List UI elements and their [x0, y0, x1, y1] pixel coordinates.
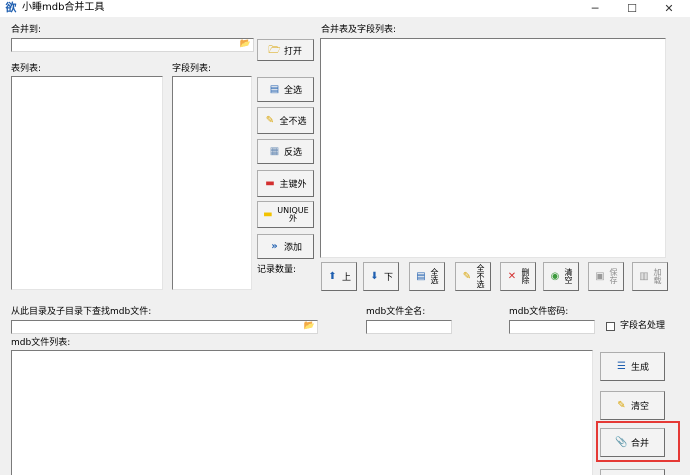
- invert-label: 反选: [283, 148, 302, 158]
- yellow-key-icon: ▬: [263, 209, 273, 220]
- window-title: 小睡mdb合并工具: [22, 2, 105, 13]
- double-arrow-icon: »: [271, 241, 278, 252]
- add-button[interactable]: » 添加: [257, 234, 314, 259]
- mdb-fullname-label: mdb文件全名:: [366, 307, 426, 317]
- mdb-password-input[interactable]: [509, 320, 595, 334]
- close-button[interactable]: ✕: [649, 0, 689, 17]
- list-clear-label-bottom: 空: [564, 275, 573, 285]
- save-label-bottom: 存: [609, 275, 618, 285]
- select-all-list-icon: ▤: [416, 271, 426, 282]
- minimize-button[interactable]: ─: [575, 0, 615, 17]
- save-button[interactable]: ▣ 保 存: [588, 262, 624, 291]
- move-up-button[interactable]: ⬆ 上: [321, 262, 357, 291]
- list-select-none-button[interactable]: ✎ 全 不 选: [455, 262, 491, 291]
- folder-icon: 🗁: [268, 44, 281, 56]
- move-up-label: 上: [341, 273, 351, 283]
- except-unique-button[interactable]: ▬ UNIQUE 外: [257, 201, 314, 228]
- clear-brush-icon: ✎: [617, 400, 626, 411]
- arrow-up-icon: ⬆: [328, 271, 337, 282]
- move-down-button[interactable]: ⬇ 下: [363, 262, 399, 291]
- delete-button[interactable]: ✕ 删 除: [500, 262, 536, 291]
- merge-button[interactable]: 📎 合并: [600, 428, 665, 457]
- list-select-all-label: 全 选: [430, 268, 439, 285]
- select-all-button[interactable]: ▤ 全选: [257, 77, 314, 102]
- paperclip-icon: 📎: [615, 437, 628, 448]
- list-eraser-icon: ✎: [462, 271, 472, 282]
- add-label: 添加: [283, 243, 302, 253]
- open-button[interactable]: 🗁 打开: [257, 39, 314, 61]
- except-unique-label: UNIQUE 外: [277, 206, 308, 223]
- list-select-all-label-bottom: 选: [430, 275, 439, 285]
- delete-x-icon: ✕: [507, 271, 517, 282]
- merge-to-input[interactable]: 📂: [11, 38, 254, 52]
- arrow-down-icon: ⬇: [370, 271, 379, 282]
- tables-listbox[interactable]: [11, 76, 163, 290]
- load-button[interactable]: ▥ 加 载: [632, 262, 668, 291]
- merge-listbox[interactable]: [320, 38, 666, 258]
- mdb-listbox[interactable]: [11, 350, 593, 475]
- red-key-icon: ▬: [265, 178, 275, 189]
- delete-label-bottom: 除: [521, 275, 530, 285]
- clear-icon: ◉: [550, 271, 560, 282]
- list-icon: ☰: [617, 361, 626, 372]
- move-down-label: 下: [383, 273, 393, 283]
- invert-button[interactable]: ▦ 反选: [257, 139, 314, 164]
- clear-label: 清空: [630, 402, 649, 412]
- merge-label: 合并: [630, 439, 649, 449]
- fields-label: 字段列表:: [172, 64, 212, 74]
- load-label: 加 载: [653, 268, 662, 285]
- merge-to-label: 合并到:: [11, 25, 42, 35]
- fields-listbox[interactable]: [172, 76, 252, 290]
- select-all-icon: ▤: [269, 84, 280, 95]
- invert-icon: ▦: [269, 146, 280, 157]
- merge-list-label: 合并表及字段列表:: [321, 25, 397, 35]
- eraser-icon: ✎: [265, 115, 275, 126]
- generate-label: 生成: [630, 363, 649, 373]
- browse-dir-icon[interactable]: 📂: [304, 321, 315, 332]
- app-icon: 欲: [5, 1, 17, 14]
- record-count-label: 记录数量:: [257, 265, 297, 275]
- field-case-label: 字段名处理: [620, 321, 666, 331]
- mdb-fullname-input[interactable]: [366, 320, 452, 334]
- select-none-label: 全不选: [279, 117, 307, 127]
- load-icon: ▥: [639, 271, 649, 282]
- except-primary-button[interactable]: ▬ 主键外: [257, 170, 314, 197]
- delete-label: 删 除: [521, 268, 530, 285]
- list-clear-label: 清 空: [564, 268, 573, 285]
- except-unique-label-bottom: 外: [289, 213, 297, 223]
- search-dir-input[interactable]: 📂: [11, 320, 318, 334]
- mdb-password-label: mdb文件密码:: [509, 307, 569, 317]
- maximize-button[interactable]: ☐: [612, 0, 652, 17]
- list-select-none-label: 全 不 选: [476, 264, 485, 289]
- extra-button[interactable]: [600, 469, 665, 475]
- select-none-button[interactable]: ✎ 全不选: [257, 107, 314, 134]
- list-select-none-label-bottom: 选: [476, 279, 485, 289]
- browse-folder-icon[interactable]: 📂: [240, 39, 251, 50]
- search-dir-label: 从此目录及子目录下查找mdb文件:: [11, 307, 152, 317]
- save-disk-icon: ▣: [595, 271, 605, 282]
- list-select-all-button[interactable]: ▤ 全 选: [409, 262, 445, 291]
- clear-button[interactable]: ✎ 清空: [600, 391, 665, 420]
- load-label-bottom: 载: [653, 275, 662, 285]
- field-case-checkbox[interactable]: [606, 322, 615, 331]
- except-primary-label: 主键外: [279, 180, 307, 190]
- save-label: 保 存: [609, 268, 618, 285]
- open-button-label: 打开: [283, 46, 302, 57]
- list-clear-button[interactable]: ◉ 清 空: [543, 262, 579, 291]
- mdb-list-label: mdb文件列表:: [11, 338, 71, 348]
- select-all-label: 全选: [283, 86, 302, 96]
- tables-label: 表列表:: [11, 64, 42, 74]
- generate-button[interactable]: ☰ 生成: [600, 352, 665, 381]
